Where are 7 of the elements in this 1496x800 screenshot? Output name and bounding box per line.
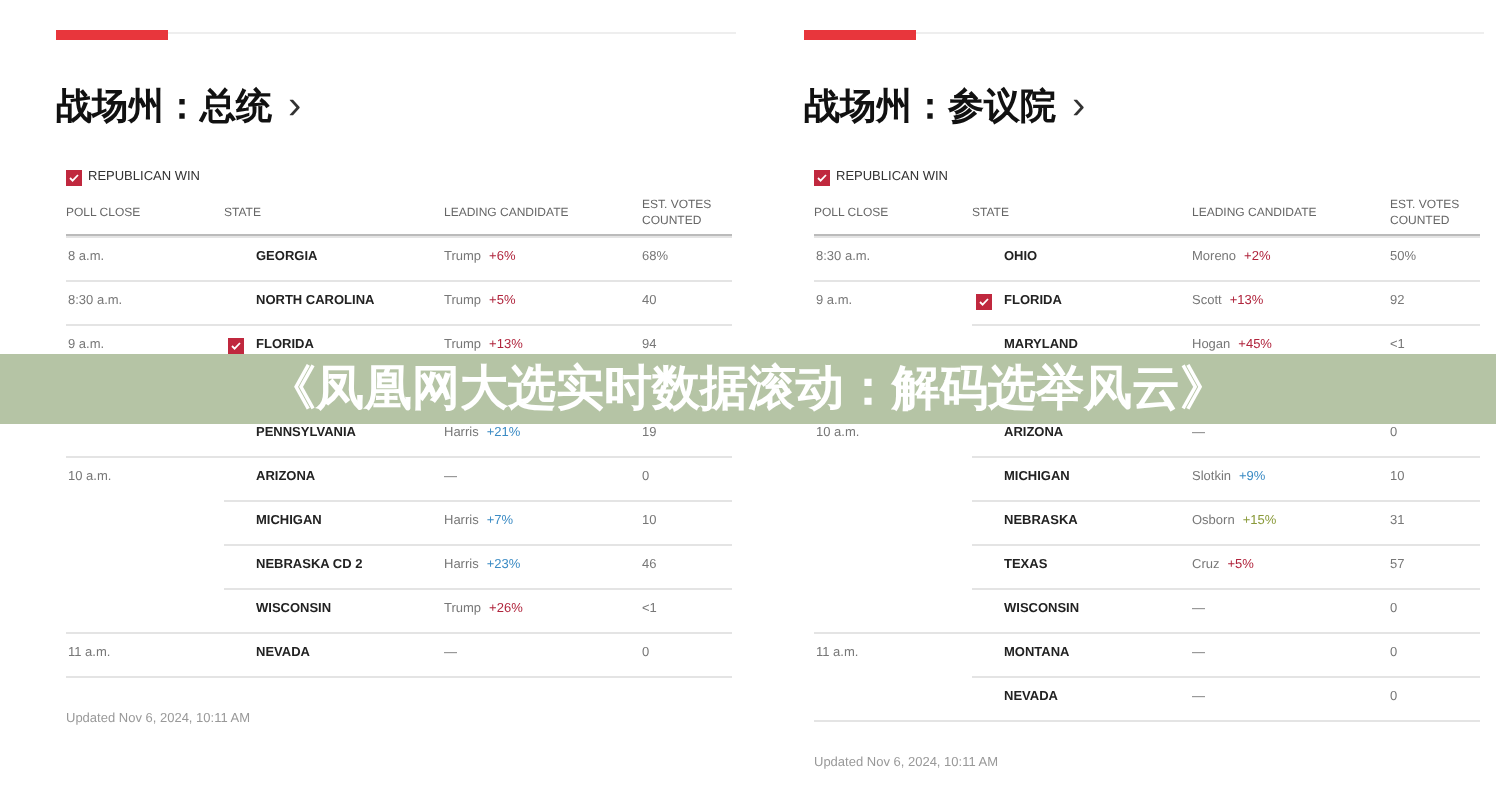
chevron[interactable]: › — [1072, 86, 1086, 126]
headline-banner: 《凤凰网大选实时数据滚动：解码选举风云》 — [0, 354, 1496, 424]
accent-bar — [804, 30, 916, 40]
chevron[interactable]: › — [288, 86, 302, 126]
section-title: 战场州：参议院 — [804, 83, 1056, 129]
accent-bar — [56, 30, 168, 40]
section-title: 战场州：总统 — [56, 83, 272, 129]
